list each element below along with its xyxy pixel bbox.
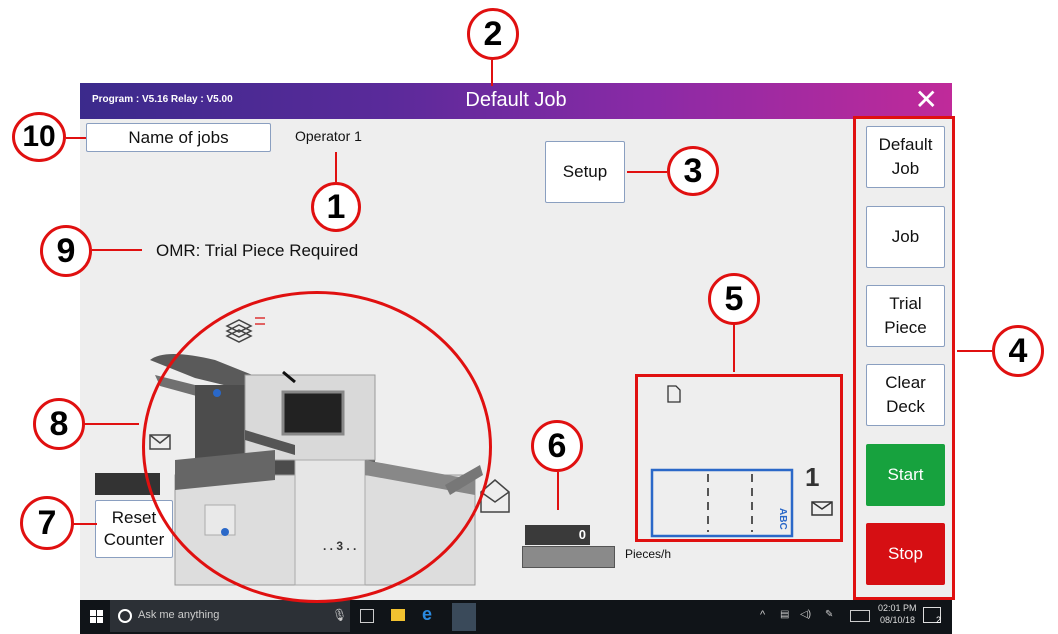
microphone-icon: 🎙 [332,608,348,622]
cortana-icon [118,609,132,623]
edge-browser-icon[interactable]: e [422,604,432,625]
volume-icon[interactable]: ◁) [800,609,811,620]
clock-date: 08/10/18 [880,615,916,625]
annotation-7: 7 [20,496,74,550]
windows-start-icon[interactable] [90,610,104,624]
file-explorer-icon[interactable] [391,609,405,621]
title-bar: Program : V5.16 Relay : V5.00 Default Jo… [80,83,952,119]
active-app-icon[interactable] [452,603,476,631]
counter-base [522,546,615,568]
machine-highlight [142,291,492,603]
job-name-button[interactable]: Name of jobs [86,123,271,152]
annotation-9: 9 [40,225,92,277]
pieces-counter: 0 [525,525,590,545]
window-title: Default Job [465,89,567,111]
task-view-icon[interactable] [360,609,374,623]
annotation-6: 6 [531,420,583,472]
omr-status: OMR: Trial Piece Required [156,241,359,260]
windows-taskbar: Ask me anything 🎙 e ^ ▤ ◁) ✎ 02:01 PM 08… [80,600,952,634]
annotation-4: 4 [992,325,1044,377]
taskbar-search[interactable]: Ask me anything 🎙 [110,600,350,632]
rate-label: Pieces/h [625,547,672,561]
annotation-3: 3 [667,146,719,196]
annotation-1: 1 [311,182,361,232]
chevron-up-icon[interactable]: ^ [760,609,765,621]
annotation-2: 2 [467,8,519,60]
sidebar-highlight [853,116,955,600]
envelope-highlight [635,374,843,542]
close-icon[interactable]: ✕ [915,85,938,115]
network-icon[interactable]: ▤ [780,609,789,620]
operator-label: Operator 1 [295,128,362,144]
pen-icon[interactable]: ✎ [825,609,833,620]
annotation-8: 8 [33,398,85,450]
clock-time: 02:01 PM [878,603,917,613]
annotation-10: 10 [12,112,66,162]
keyboard-icon[interactable] [850,610,870,622]
search-placeholder: Ask me anything [138,609,220,621]
setup-button[interactable]: Setup [545,141,625,203]
annotation-5: 5 [708,273,760,325]
notification-count: 2 [936,615,942,625]
